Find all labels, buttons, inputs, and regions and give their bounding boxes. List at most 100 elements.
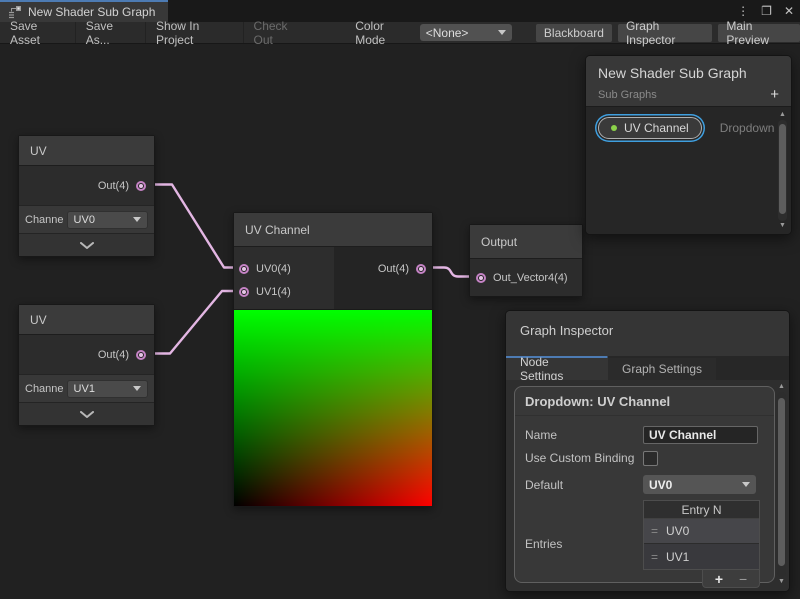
- entry-row-uv0[interactable]: = UV0: [644, 519, 759, 544]
- node-uv-channel[interactable]: UV Channel UV0(4) UV1(4) Out(4): [233, 212, 433, 507]
- main-preview-toggle-button[interactable]: Main Preview: [718, 24, 800, 42]
- default-dropdown[interactable]: UV0: [643, 475, 756, 494]
- input-port-uv0[interactable]: [239, 264, 249, 274]
- channel-dropdown[interactable]: UV1: [67, 380, 148, 398]
- channel-value: UV1: [74, 383, 95, 395]
- scrollbar-track[interactable]: [777, 392, 786, 577]
- node-title-label: Output: [481, 235, 517, 249]
- node-uv-top[interactable]: UV Out(4) Channe UV0: [18, 135, 155, 257]
- entries-list: Entry N = UV0 = UV1: [643, 500, 760, 570]
- blackboard-body: UV Channel Dropdown ▲ ▼: [586, 106, 791, 234]
- tab-node-settings[interactable]: Node Settings: [506, 358, 608, 380]
- blackboard-panel[interactable]: New Shader Sub Graph Sub Graphs + UV Cha…: [585, 55, 792, 235]
- save-as-label: Save As...: [86, 19, 135, 47]
- save-asset-label: Save Asset: [10, 19, 65, 47]
- tab-label: Graph Settings: [622, 362, 702, 376]
- graph-inspector-header[interactable]: Graph Inspector: [506, 311, 789, 356]
- channel-label: Channe: [25, 383, 64, 395]
- graph-inspector-panel[interactable]: Graph Inspector Node Settings Graph Sett…: [505, 310, 790, 592]
- add-entry-button[interactable]: +: [715, 571, 723, 587]
- node-uv-bottom[interactable]: UV Out(4) Channe UV1: [18, 304, 155, 426]
- scrollbar-track[interactable]: [778, 120, 787, 221]
- tab-title: New Shader Sub Graph: [28, 5, 155, 19]
- port-label: Out(4): [98, 349, 129, 361]
- graph-inspector-toggle-button[interactable]: Graph Inspector: [618, 24, 712, 42]
- channel-value: UV0: [74, 214, 95, 226]
- entries-footer: + −: [702, 570, 760, 588]
- scroll-down-icon[interactable]: ▼: [778, 577, 785, 587]
- window-close-icon[interactable]: ✕: [784, 4, 794, 18]
- chevron-down-icon: [133, 217, 141, 222]
- input-port-column: UV0(4) UV1(4): [234, 247, 334, 309]
- graph-toolbar: Save Asset Save As... Show In Project Ch…: [0, 22, 800, 44]
- scroll-up-icon[interactable]: ▲: [778, 382, 785, 392]
- shader-graph-window: UV Out(4) Channe UV0 UV Out(4) C: [0, 0, 800, 599]
- blackboard-header[interactable]: New Shader Sub Graph Sub Graphs +: [586, 56, 791, 106]
- drag-handle-icon[interactable]: =: [651, 550, 658, 564]
- input-port-row: Out_Vector4(4): [470, 259, 582, 296]
- window-menu-icon[interactable]: ⋮: [737, 4, 749, 18]
- inspector-scrollbar[interactable]: ▲ ▼: [776, 382, 787, 587]
- input-port[interactable]: [476, 273, 486, 283]
- input-port-row: UV1(4): [234, 280, 334, 303]
- uv-gradient-preview: [234, 309, 432, 506]
- default-value: UV0: [649, 478, 672, 492]
- node-title[interactable]: Output: [470, 225, 582, 259]
- input-port-uv1[interactable]: [239, 287, 249, 297]
- graph-inspector-title: Graph Inspector: [520, 323, 775, 338]
- sub-graph-asset-icon: [8, 5, 22, 19]
- scrollbar-thumb[interactable]: [778, 398, 785, 566]
- collapse-button[interactable]: [19, 402, 154, 425]
- color-mode-dropdown[interactable]: <None>: [420, 24, 512, 41]
- collapse-button[interactable]: [19, 233, 154, 256]
- show-in-project-button[interactable]: Show In Project: [146, 22, 244, 43]
- blackboard-toggle-label: Blackboard: [544, 26, 604, 40]
- window-maximize-icon[interactable]: ❐: [761, 4, 772, 18]
- node-title[interactable]: UV Channel: [234, 213, 432, 247]
- entries-header: Entry N: [644, 501, 759, 519]
- blackboard-item-uv-channel[interactable]: UV Channel: [598, 117, 702, 139]
- output-port[interactable]: [136, 350, 146, 360]
- output-port[interactable]: [416, 264, 426, 274]
- scrollbar-thumb[interactable]: [779, 124, 786, 214]
- scroll-down-icon[interactable]: ▼: [779, 221, 786, 231]
- use-custom-binding-checkbox[interactable]: [643, 451, 658, 466]
- output-port[interactable]: [136, 181, 146, 191]
- add-property-button[interactable]: +: [770, 87, 779, 102]
- port-label: UV1(4): [256, 286, 291, 298]
- blackboard-subtitle: Sub Graphs: [598, 89, 657, 101]
- name-input[interactable]: [643, 426, 758, 444]
- drag-handle-icon[interactable]: =: [651, 524, 658, 538]
- inspector-body: Dropdown: UV Channel Name Use Custom Bin…: [506, 380, 789, 591]
- check-out-button: Check Out: [244, 22, 316, 43]
- node-title-label: UV Channel: [245, 223, 310, 237]
- node-output[interactable]: Output Out_Vector4(4): [469, 224, 583, 297]
- main-preview-toggle-label: Main Preview: [726, 19, 792, 47]
- tab-graph-settings[interactable]: Graph Settings: [608, 358, 716, 380]
- color-mode-value: <None>: [426, 26, 469, 40]
- save-as-button[interactable]: Save As...: [76, 22, 146, 43]
- chevron-down-icon: [498, 30, 506, 35]
- entry-value: UV0: [666, 524, 689, 538]
- channel-dropdown[interactable]: UV0: [67, 211, 148, 229]
- blackboard-scrollbar[interactable]: ▲ ▼: [777, 110, 788, 231]
- node-title-label: UV: [30, 313, 47, 327]
- blackboard-title: New Shader Sub Graph: [598, 65, 779, 81]
- entry-row-uv1[interactable]: = UV1: [644, 544, 759, 569]
- color-mode-label: Color Mode: [347, 19, 420, 47]
- port-label: Out(4): [98, 180, 129, 192]
- blackboard-toggle-button[interactable]: Blackboard: [536, 24, 612, 42]
- node-title[interactable]: UV: [19, 136, 154, 166]
- chevron-down-icon: [742, 482, 750, 487]
- inspector-tabbar: Node Settings Graph Settings: [506, 356, 789, 380]
- blackboard-item-row: UV Channel Dropdown: [598, 117, 774, 139]
- dropdown-settings-section: Dropdown: UV Channel Name Use Custom Bin…: [514, 386, 775, 583]
- chevron-down-icon: [80, 242, 94, 249]
- save-asset-button[interactable]: Save Asset: [0, 22, 76, 43]
- chevron-down-icon: [133, 386, 141, 391]
- remove-entry-button[interactable]: −: [739, 571, 747, 587]
- section-title: Dropdown: UV Channel: [515, 387, 774, 416]
- scroll-up-icon[interactable]: ▲: [779, 110, 786, 120]
- port-label: Out_Vector4(4): [493, 272, 568, 284]
- node-title[interactable]: UV: [19, 305, 154, 335]
